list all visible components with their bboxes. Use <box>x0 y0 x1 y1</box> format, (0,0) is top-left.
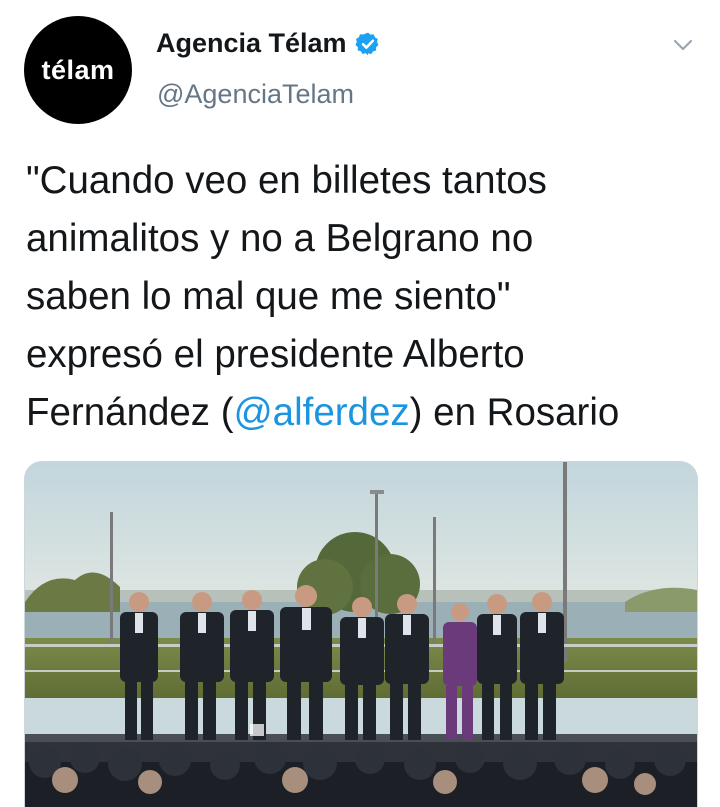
chevron-down-icon[interactable] <box>672 34 694 56</box>
author-handle[interactable]: @AgenciaTelam <box>157 79 354 110</box>
avatar-logo-text: télam <box>41 54 115 85</box>
verified-badge-icon <box>355 32 378 55</box>
tweet-photo[interactable] <box>24 461 698 807</box>
avatar[interactable]: télam <box>24 16 132 124</box>
stage-scene-illustration <box>25 462 697 807</box>
mention-link[interactable]: @alferdez <box>234 391 410 434</box>
tweet-text: "Cuando veo en billetes tantos animalito… <box>26 152 696 442</box>
tweet-text-tail: ) en Rosario <box>409 391 620 434</box>
display-name[interactable]: Agencia Télam <box>156 28 347 59</box>
author-name-row[interactable]: Agencia Télam <box>156 28 381 59</box>
